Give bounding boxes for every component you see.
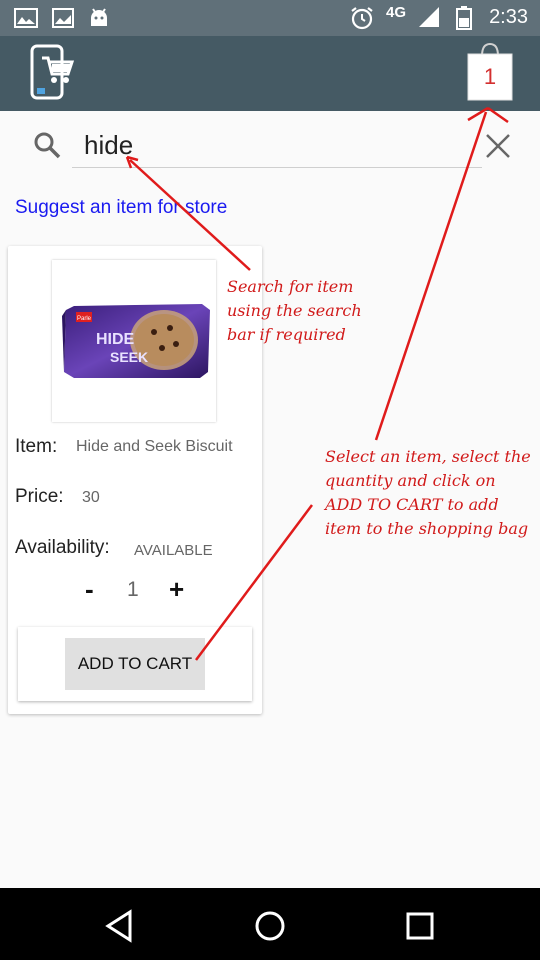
biscuit-package-image: Parle HIDE SEEK	[62, 304, 210, 378]
suggest-item-link[interactable]: Suggest an item for store	[15, 197, 227, 219]
search-input[interactable]	[72, 124, 482, 168]
add-to-cart-container: ADD TO CART	[18, 627, 252, 701]
package-title-line2: SEEK	[110, 349, 148, 365]
navigation-bar	[0, 888, 540, 960]
item-label: Item:	[15, 436, 58, 457]
add-to-cart-button[interactable]: ADD TO CART	[65, 638, 205, 690]
quantity-value: 1	[127, 578, 139, 601]
alarm-icon	[351, 7, 373, 30]
battery-icon	[456, 6, 472, 30]
search-hint-annotation: Search for item using the search bar if …	[227, 277, 362, 344]
cart-hint-annotation: Select an item, select the quantity and …	[325, 447, 531, 538]
search-icon	[34, 132, 61, 159]
cart-count-badge: 1	[483, 64, 497, 89]
package-brand: Parle	[77, 316, 92, 322]
clock: 2:33	[489, 6, 528, 28]
status-bar: 4G 2:33	[0, 0, 540, 36]
home-icon[interactable]	[250, 906, 290, 946]
availability-status: AVAILABLE	[134, 542, 213, 559]
image-notification-icon	[52, 8, 74, 28]
quantity-decrease-button[interactable]: -	[85, 574, 94, 605]
search-bar	[28, 122, 528, 172]
product-image[interactable]: Parle HIDE SEEK	[52, 260, 216, 422]
shopping-bag-button[interactable]: 1	[466, 42, 514, 102]
back-icon[interactable]	[100, 906, 140, 946]
app-bar: 1	[0, 36, 540, 111]
gallery-notification-icon	[14, 8, 38, 28]
recents-icon[interactable]	[400, 906, 440, 946]
price-label: Price:	[15, 486, 64, 507]
signal-icon	[419, 7, 439, 27]
availability-label: Availability:	[15, 537, 110, 558]
package-title-line1: HIDE	[96, 331, 135, 348]
network-type: 4G	[386, 4, 407, 21]
app-logo-icon	[30, 44, 75, 100]
android-debug-icon	[91, 8, 107, 26]
item-name: Hide and Seek Biscuit	[76, 438, 233, 455]
quantity-increase-button[interactable]: +	[169, 574, 184, 605]
close-icon[interactable]	[484, 132, 512, 160]
price-value: 30	[82, 489, 100, 506]
